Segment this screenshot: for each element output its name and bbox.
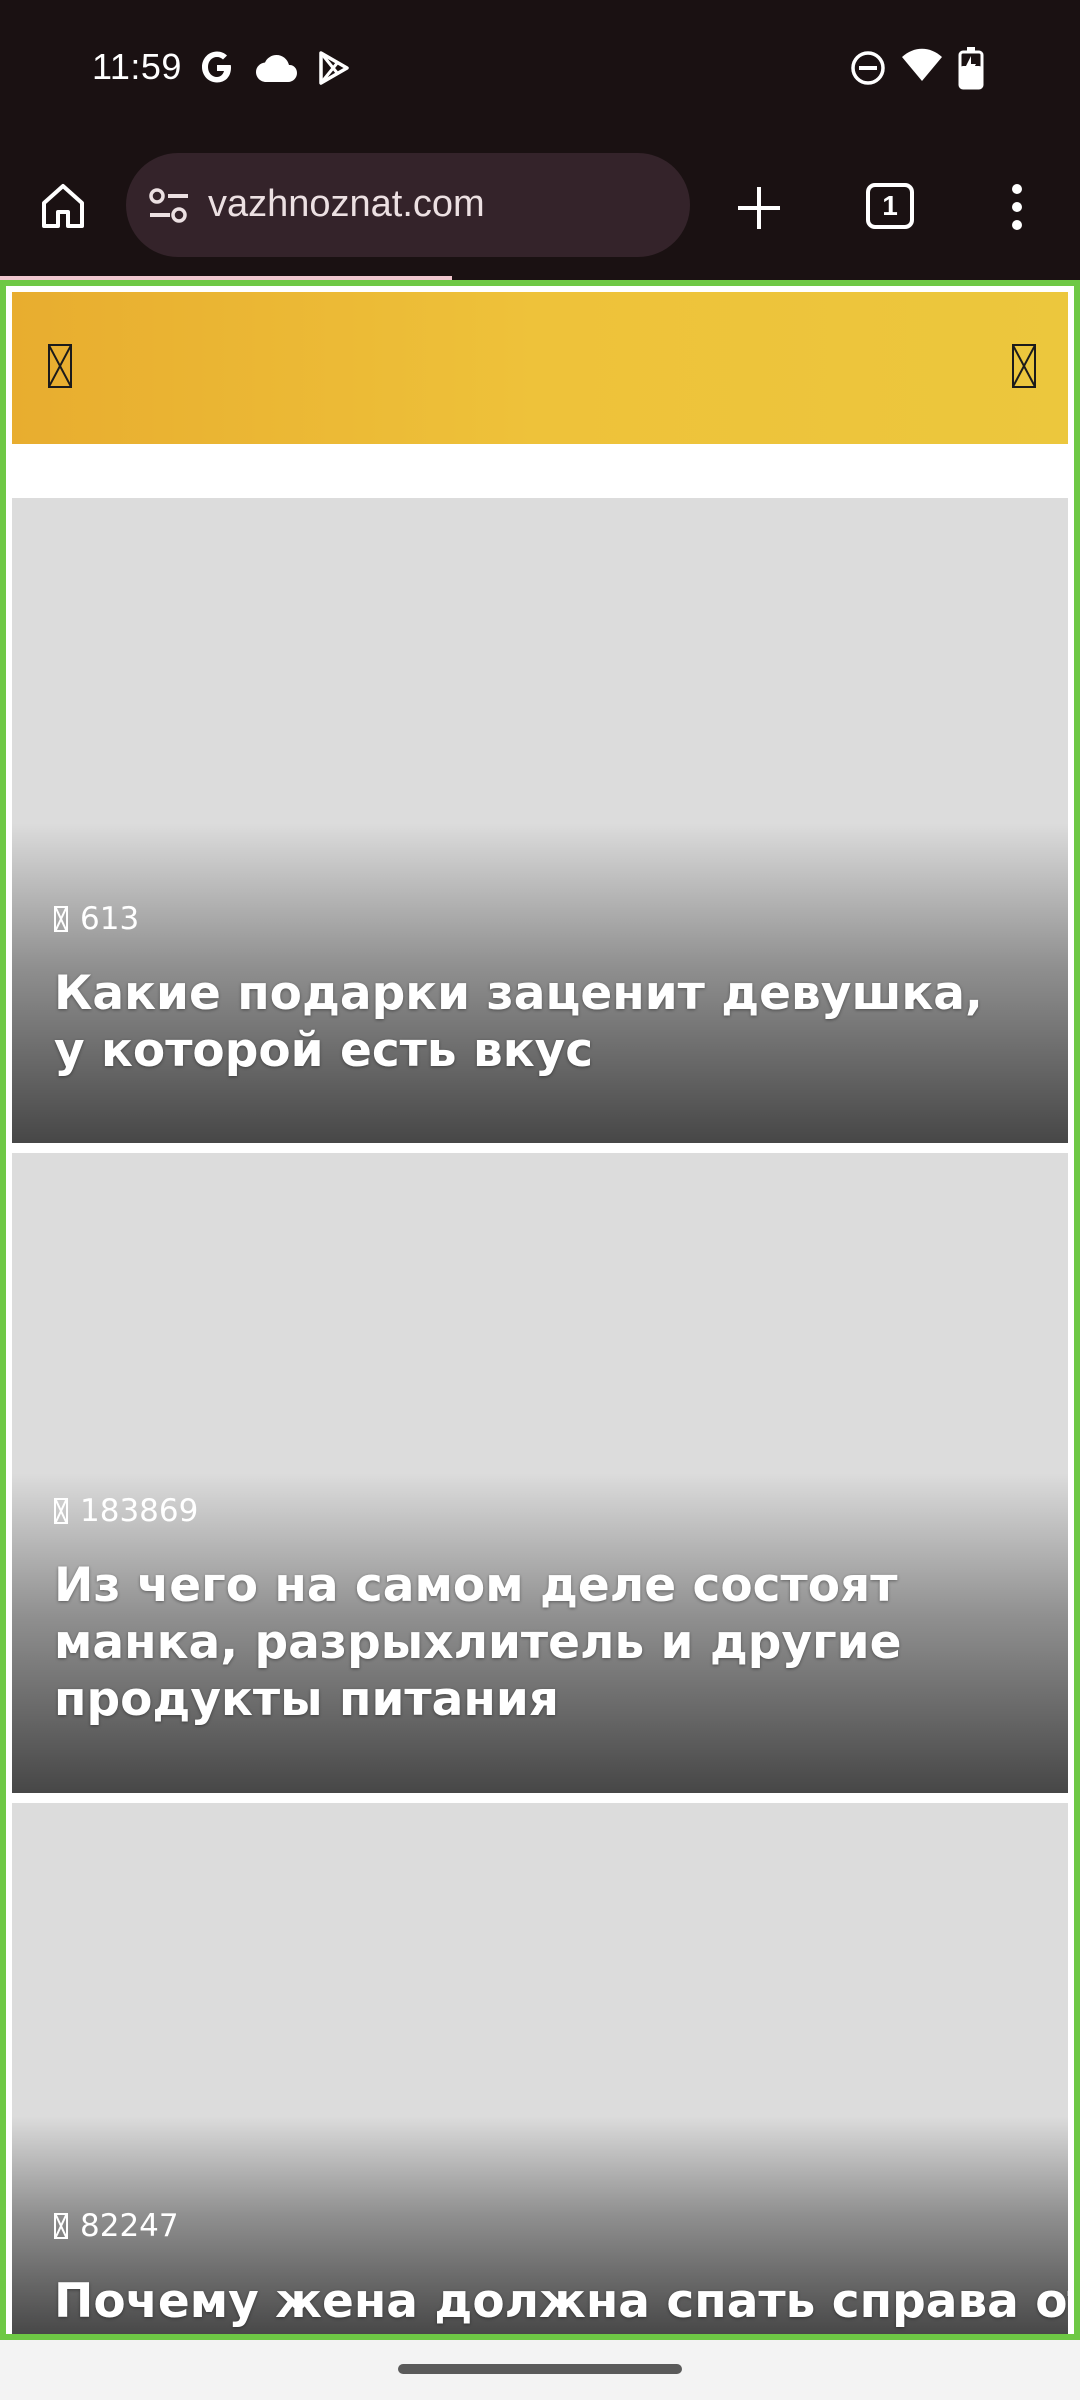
views-count: 183869 [80, 1493, 199, 1529]
dnd-icon [850, 50, 886, 91]
more-menu-icon[interactable] [1010, 183, 1024, 236]
wifi-icon [902, 48, 942, 87]
tab-switcher-button[interactable]: 1 [866, 183, 914, 229]
battery-icon [956, 46, 990, 95]
play-store-icon [316, 50, 352, 91]
url-text: vazhnoznat.com [208, 183, 485, 225]
web-content: 613 Какие подарки заценит девушка, у кот… [0, 280, 1080, 2340]
views-icon [54, 2213, 68, 2239]
browser-toolbar: vazhnoznat.com 1 [0, 135, 1080, 278]
article-card[interactable]: 82247 Почему жена должна спать справа от [12, 1803, 1068, 2336]
views-icon [54, 906, 68, 932]
cloud-icon [256, 54, 298, 87]
gesture-handle[interactable] [398, 2364, 682, 2374]
system-nav-bar [0, 2336, 1080, 2400]
article-title[interactable]: Из чего на самом деле состоят манка, раз… [54, 1557, 1028, 1728]
home-icon[interactable] [38, 181, 88, 236]
article-views: 82247 [54, 2208, 179, 2244]
google-icon [198, 48, 236, 91]
article-title[interactable]: Почему жена должна спать справа от [54, 2273, 1068, 2330]
article-title[interactable]: Какие подарки заценит девушка, у которой… [54, 965, 1028, 1079]
article-views: 183869 [54, 1493, 198, 1529]
views-count: 82247 [80, 2208, 179, 2244]
search-icon[interactable] [1012, 344, 1036, 388]
views-count: 613 [80, 901, 140, 937]
article-views: 613 [54, 901, 139, 937]
views-icon [54, 1498, 68, 1524]
status-bar: 11:59 [0, 0, 1080, 135]
article-card[interactable]: 613 Какие подарки заценит девушка, у кот… [12, 498, 1068, 1143]
site-header [12, 292, 1068, 444]
site-settings-icon[interactable] [148, 187, 190, 230]
article-card[interactable]: 183869 Из чего на самом деле состоят ман… [12, 1153, 1068, 1793]
new-tab-icon[interactable] [736, 185, 782, 236]
address-bar[interactable]: vazhnoznat.com [126, 153, 690, 257]
status-time: 11:59 [92, 46, 182, 87]
menu-icon[interactable] [48, 344, 72, 388]
tab-count: 1 [882, 190, 898, 221]
